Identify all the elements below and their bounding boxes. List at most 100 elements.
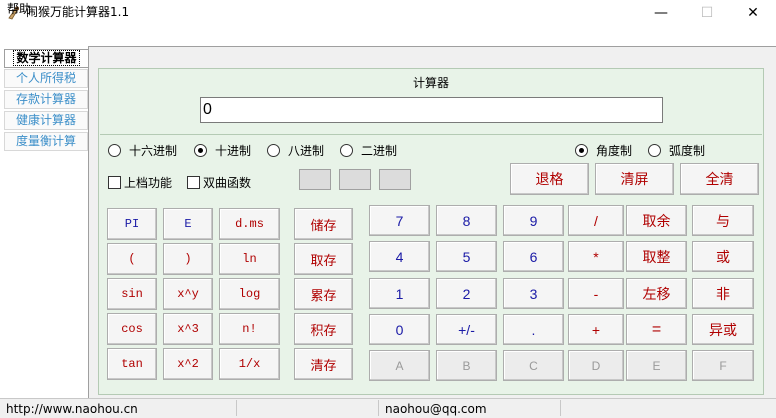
digit-5-button[interactable]: 5: [436, 241, 497, 272]
digit-1-button[interactable]: 1: [369, 278, 430, 309]
tab-health-calculator[interactable]: 健康计算器: [4, 111, 88, 130]
hex-b-button: B: [436, 350, 497, 381]
status-website: http://www.naohou.cn: [6, 402, 138, 416]
subtract-button[interactable]: -: [568, 278, 624, 309]
decimal-point-button[interactable]: .: [503, 314, 564, 345]
status-email: naohou@qq.com: [385, 402, 487, 416]
backspace-button[interactable]: 退格: [510, 163, 589, 195]
digit-6-button[interactable]: 6: [503, 241, 564, 272]
hex-d-button: D: [568, 350, 624, 381]
close-icon: ✕: [747, 5, 759, 21]
radio-selected-icon: [194, 144, 207, 157]
ln-button[interactable]: ln: [219, 243, 280, 275]
or-button[interactable]: 或: [692, 241, 754, 272]
e-button[interactable]: E: [163, 208, 213, 240]
radio-hex[interactable]: 十六进制: [108, 142, 177, 159]
divide-button[interactable]: /: [568, 205, 624, 236]
menu-help[interactable]: 帮助: [7, 2, 31, 16]
sin-button[interactable]: sin: [107, 278, 157, 310]
pi-button[interactable]: PI: [107, 208, 157, 240]
xor-button[interactable]: 异或: [692, 314, 754, 345]
hex-c-button: C: [503, 350, 564, 381]
cos-button[interactable]: cos: [107, 313, 157, 345]
hex-e-button: E: [626, 350, 687, 381]
radio-dec[interactable]: 十进制: [194, 142, 251, 159]
checkbox-hyperbolic-label: 双曲函数: [203, 176, 252, 190]
hex-a-button: A: [369, 350, 430, 381]
memory-clear-button[interactable]: 清存: [294, 348, 353, 380]
log-button[interactable]: log: [219, 278, 280, 310]
status-divider: [560, 400, 561, 416]
maximize-button: ☐: [684, 0, 730, 26]
digit-9-button[interactable]: 9: [503, 205, 564, 236]
checkbox-icon: [187, 176, 200, 189]
divider: [100, 134, 762, 135]
cube-button[interactable]: x^3: [163, 313, 213, 345]
indicator-box: [339, 169, 371, 190]
hex-f-button: F: [692, 350, 754, 381]
close-button[interactable]: ✕: [730, 0, 776, 26]
checkbox-icon: [108, 176, 121, 189]
minimize-icon: —: [654, 5, 668, 21]
reciprocal-button[interactable]: 1/x: [219, 348, 280, 380]
radio-circle-icon: [108, 144, 121, 157]
and-button[interactable]: 与: [692, 205, 754, 236]
not-button[interactable]: 非: [692, 278, 754, 309]
power-button[interactable]: x^y: [163, 278, 213, 310]
radio-bin[interactable]: 二进制: [340, 142, 397, 159]
tab-income-tax[interactable]: 个人所得税: [4, 69, 88, 88]
digit-7-button[interactable]: 7: [369, 205, 430, 236]
digit-4-button[interactable]: 4: [369, 241, 430, 272]
radio-oct[interactable]: 八进制: [267, 142, 324, 159]
menu-bar: [0, 26, 776, 46]
clear-all-button[interactable]: 全清: [680, 163, 759, 195]
radio-radian-label: 弧度制: [669, 144, 706, 158]
modulo-button[interactable]: 取余: [626, 205, 687, 236]
factorial-button[interactable]: n!: [219, 313, 280, 345]
radio-selected-icon: [575, 144, 588, 157]
memory-store-button[interactable]: 储存: [294, 208, 353, 240]
right-paren-button[interactable]: ): [163, 243, 213, 275]
radio-degree[interactable]: 角度制: [575, 142, 632, 159]
radio-hex-label: 十六进制: [129, 144, 178, 158]
memory-recall-button[interactable]: 取存: [294, 243, 353, 275]
status-divider: [236, 400, 237, 416]
minimize-button[interactable]: —: [638, 0, 684, 26]
maximize-icon: ☐: [700, 5, 714, 21]
digit-0-button[interactable]: 0: [369, 314, 430, 345]
tab-math-calculator[interactable]: 数学计算器: [4, 49, 88, 68]
tab-label: 数学计算器: [13, 50, 80, 66]
tab-unit-conversion[interactable]: 度量衡计算: [4, 132, 88, 151]
left-paren-button[interactable]: (: [107, 243, 157, 275]
multiply-button[interactable]: *: [568, 241, 624, 272]
checkbox-shift-label: 上档功能: [124, 176, 173, 190]
clear-screen-button[interactable]: 清屏: [595, 163, 674, 195]
radio-circle-icon: [267, 144, 280, 157]
memory-multiply-button[interactable]: 积存: [294, 313, 353, 345]
square-button[interactable]: x^2: [163, 348, 213, 380]
digit-3-button[interactable]: 3: [503, 278, 564, 309]
window-title: 闹猴万能计算器1.1: [26, 5, 130, 19]
checkbox-hyperbolic[interactable]: 双曲函数: [187, 174, 251, 191]
digit-2-button[interactable]: 2: [436, 278, 497, 309]
negate-button[interactable]: +/-: [436, 314, 497, 345]
radio-bin-label: 二进制: [361, 144, 398, 158]
radio-circle-icon: [340, 144, 353, 157]
result-display[interactable]: 0: [200, 97, 663, 123]
shift-left-button[interactable]: 左移: [626, 278, 687, 309]
checkbox-shift[interactable]: 上档功能: [108, 174, 172, 191]
calculator-title: 计算器: [412, 76, 449, 90]
status-divider: [378, 400, 379, 416]
equals-button[interactable]: =: [626, 314, 687, 345]
tab-deposit-calculator[interactable]: 存款计算器: [4, 90, 88, 109]
radio-oct-label: 八进制: [288, 144, 325, 158]
radio-circle-icon: [648, 144, 661, 157]
memory-add-button[interactable]: 累存: [294, 278, 353, 310]
integer-button[interactable]: 取整: [626, 241, 687, 272]
tan-button[interactable]: tan: [107, 348, 157, 380]
add-button[interactable]: +: [568, 314, 624, 345]
digit-8-button[interactable]: 8: [436, 205, 497, 236]
dms-button[interactable]: d.ms: [219, 208, 280, 240]
radio-radian[interactable]: 弧度制: [648, 142, 705, 159]
indicator-box: [379, 169, 411, 190]
